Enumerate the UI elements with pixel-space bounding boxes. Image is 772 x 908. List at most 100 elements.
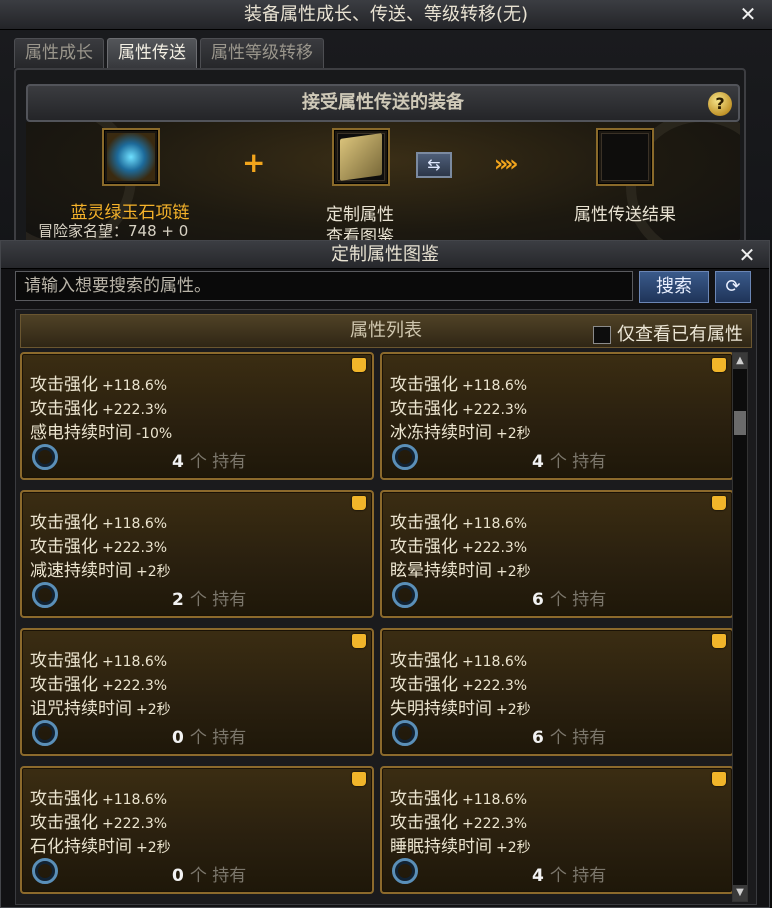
attribute-card[interactable]: 攻击强化 +118.6% 攻击强化 +222.3% 眩晕持续时间 +2秒 6 个 持有 — [380, 490, 734, 618]
attribute-card-grid: 攻击强化 +118.6% 攻击强化 +222.3% 感电持续时间 -10% 4 个 持有 攻击强… — [20, 352, 736, 902]
owned-count-unit: 个 持有 — [189, 452, 247, 472]
owned-count-unit: 个 持有 — [549, 866, 607, 886]
own-only-label: 仅查看已有属性 — [617, 324, 743, 345]
stat-value: +118.6% — [462, 516, 528, 532]
stat-value: +222.3% — [462, 816, 528, 832]
transfer-area: + ⇆ »» 蓝灵绿玉石项链 冒险家名望：748 + 0 定制属性 查看图鉴 属… — [26, 122, 740, 250]
help-icon[interactable]: ? — [708, 92, 732, 116]
owned-count-unit: 个 持有 — [189, 590, 247, 610]
close-icon[interactable]: ✕ — [736, 2, 760, 26]
thumb-icon — [712, 634, 726, 648]
card-line-2: 攻击强化 +222.3% — [390, 808, 527, 833]
thumb-icon — [352, 634, 366, 648]
stat-value: +118.6% — [102, 792, 168, 808]
owned-count-unit: 个 持有 — [189, 728, 247, 748]
scroll-down-icon[interactable]: ▼ — [733, 885, 747, 901]
popup-title: 定制属性图鉴 — [331, 244, 439, 265]
stat-value: +118.6% — [462, 378, 528, 394]
card-line-2: 攻击强化 +222.3% — [390, 670, 527, 695]
window-titlebar: 装备属性成长、传送、等级转移(无) ✕ — [0, 0, 772, 30]
thumb-icon — [352, 772, 366, 786]
card-line-3: 诅咒持续时间 +2秒 — [30, 694, 171, 719]
stat-value: +118.6% — [102, 378, 168, 394]
arrow-icon: »» — [494, 152, 519, 177]
transfer-result-label: 属性传送结果 — [574, 205, 676, 225]
popup-titlebar: 定制属性图鉴 ✕ — [1, 241, 769, 269]
stat-name: 攻击强化 — [390, 813, 458, 833]
owned-count-number: 0 — [172, 866, 184, 886]
stat-name: 攻击强化 — [30, 537, 98, 557]
checkbox-box[interactable] — [593, 326, 611, 344]
effect-value: +2秒 — [136, 840, 171, 856]
effect-name: 减速持续时间 — [30, 561, 132, 581]
scroll-thumb[interactable] — [734, 411, 746, 435]
close-icon[interactable]: ✕ — [735, 243, 759, 267]
thumb-icon — [712, 358, 726, 372]
card-line-2: 攻击强化 +222.3% — [30, 394, 167, 419]
target-item-slot[interactable] — [102, 128, 160, 186]
target-item-note: 冒险家名望：748 + 0 — [38, 222, 189, 240]
stat-value: +222.3% — [102, 678, 168, 694]
stat-value: +222.3% — [102, 816, 168, 832]
stat-name: 攻击强化 — [390, 375, 458, 395]
owned-count-unit: 个 持有 — [549, 590, 607, 610]
thumb-icon — [712, 496, 726, 510]
custom-attribute-slot[interactable] — [332, 128, 390, 186]
ring-icon — [32, 582, 58, 608]
owned-count: 6个 持有 — [532, 585, 606, 610]
owned-count: 4个 持有 — [532, 861, 606, 886]
owned-count-number: 6 — [532, 590, 544, 610]
tab-attribute-growth[interactable]: 属性成长 — [14, 38, 104, 68]
attribute-card[interactable]: 攻击强化 +118.6% 攻击强化 +222.3% 石化持续时间 +2秒 0 个 持有 — [20, 766, 374, 894]
scroll-up-icon[interactable]: ▲ — [733, 353, 747, 369]
attribute-card[interactable]: 攻击强化 +118.6% 攻击强化 +222.3% 减速持续时间 +2秒 2 个 持有 — [20, 490, 374, 618]
card-line-3: 感电持续时间 -10% — [30, 418, 172, 443]
card-line-2: 攻击强化 +222.3% — [390, 394, 527, 419]
card-line-1: 攻击强化 +118.6% — [390, 508, 527, 533]
card-line-2: 攻击强化 +222.3% — [390, 532, 527, 557]
refresh-icon[interactable]: ⟳ — [715, 271, 751, 303]
card-line-3: 冰冻持续时间 +2秒 — [390, 418, 531, 443]
search-button[interactable]: 搜索 — [639, 271, 709, 303]
owned-count-number: 4 — [532, 452, 544, 472]
custom-attribute-codex-window: 定制属性图鉴 ✕ 搜索 ⟳ 属性列表 仅查看已有属性 攻击强化+118.6%攻击… — [0, 240, 770, 908]
stat-name: 攻击强化 — [390, 513, 458, 533]
tab-bar: 属性成长 属性传送 属性等级转移 — [14, 38, 324, 68]
card-line-2: 攻击强化 +222.3% — [30, 532, 167, 557]
attribute-list-header: 属性列表 仅查看已有属性 — [20, 314, 752, 348]
effect-value: +2秒 — [136, 702, 171, 718]
result-slot[interactable] — [596, 128, 654, 186]
owned-count: 0个 持有 — [172, 861, 246, 886]
attribute-card[interactable]: 攻击强化 +118.6% 攻击强化 +222.3% 感电持续时间 -10% 4 个 持有 — [20, 352, 374, 480]
tab-attribute-transfer[interactable]: 属性传送 — [107, 38, 197, 68]
stat-value: +222.3% — [462, 402, 528, 418]
stat-name: 攻击强化 — [390, 651, 458, 671]
swap-icon[interactable]: ⇆ — [416, 152, 452, 178]
list-scrollbar[interactable]: ▲ ▼ — [732, 352, 748, 902]
owned-count: 0个 持有 — [172, 723, 246, 748]
attribute-card[interactable]: 攻击强化 +118.6% 攻击强化 +222.3% 睡眠持续时间 +2秒 4 个 持有 — [380, 766, 734, 894]
attribute-card[interactable]: 攻击强化 +118.6% 攻击强化 +222.3% 失明持续时间 +2秒 6 个 持有 — [380, 628, 734, 756]
stat-value: +118.6% — [462, 792, 528, 808]
own-only-checkbox[interactable]: 仅查看已有属性 — [593, 319, 743, 351]
owned-count-number: 0 — [172, 728, 184, 748]
attribute-card[interactable]: 攻击强化 +118.6% 攻击强化 +222.3% 诅咒持续时间 +2秒 0 个 持有 — [20, 628, 374, 756]
stat-name: 攻击强化 — [30, 675, 98, 695]
ring-icon — [392, 720, 418, 746]
ring-icon — [392, 444, 418, 470]
tab-attribute-level-transfer[interactable]: 属性等级转移 — [200, 38, 324, 68]
owned-count-number: 6 — [532, 728, 544, 748]
effect-value: +2秒 — [496, 840, 531, 856]
stat-name: 攻击强化 — [30, 813, 98, 833]
owned-count-number: 4 — [172, 452, 184, 472]
search-input[interactable] — [15, 271, 633, 301]
necklace-icon — [107, 133, 155, 181]
effect-name: 冰冻持续时间 — [390, 423, 492, 443]
effect-name: 眩晕持续时间 — [390, 561, 492, 581]
stat-value: +118.6% — [102, 516, 168, 532]
attribute-card[interactable]: 攻击强化 +118.6% 攻击强化 +222.3% 冰冻持续时间 +2秒 4 个 持有 — [380, 352, 734, 480]
owned-count-number: 2 — [172, 590, 184, 610]
card-line-1: 攻击强化 +118.6% — [30, 784, 167, 809]
card-line-3: 减速持续时间 +2秒 — [30, 556, 171, 581]
owned-count: 4个 持有 — [532, 447, 606, 472]
